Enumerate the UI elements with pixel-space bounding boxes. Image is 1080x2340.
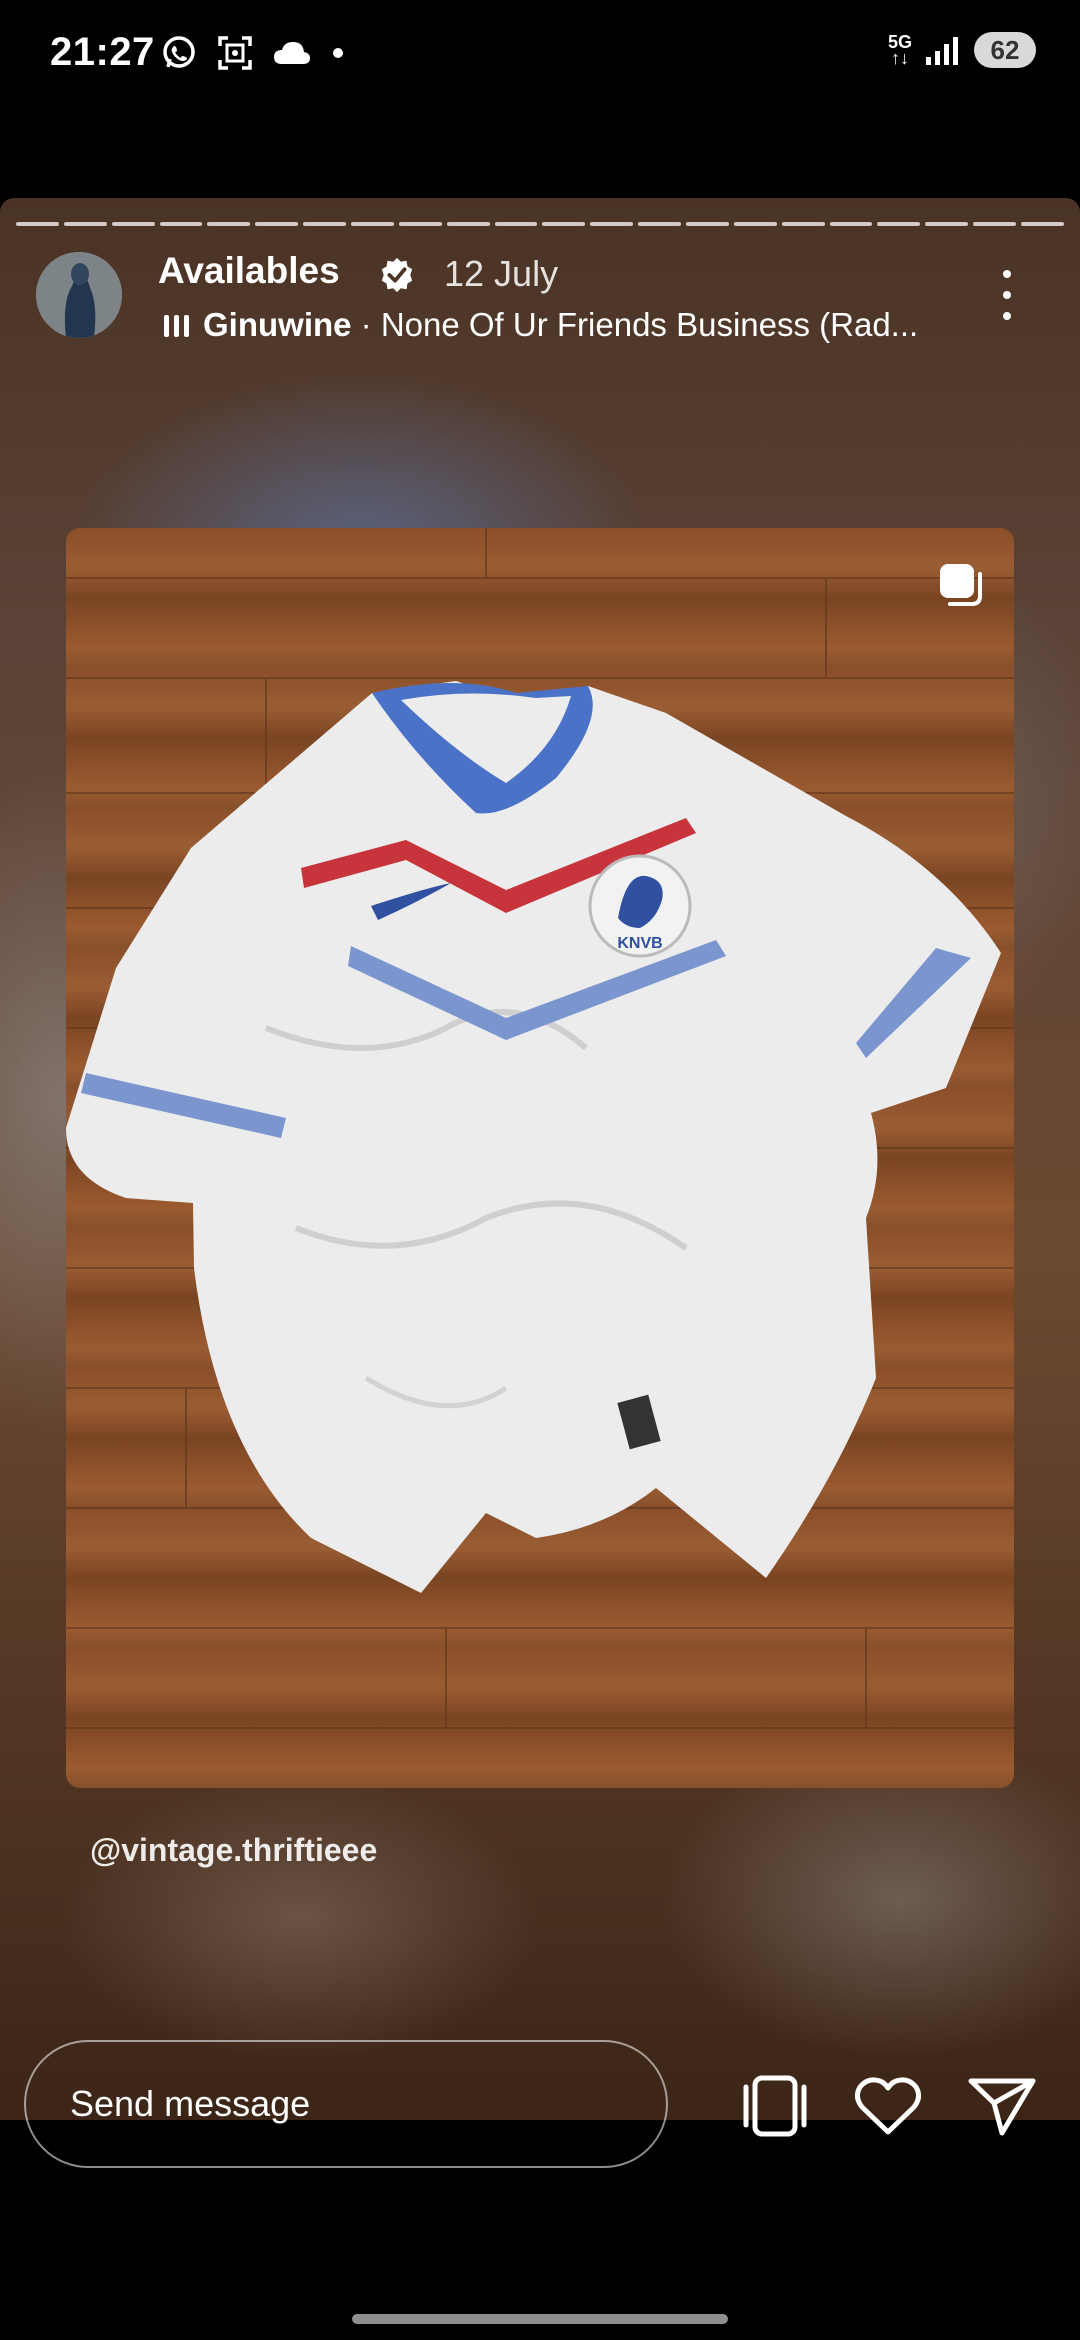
story-music-info[interactable]: Ginuwine · None Of Ur Friends Business (… <box>164 306 944 344</box>
whatsapp-icon <box>163 36 195 68</box>
progress-segment <box>351 222 394 226</box>
progress-segment <box>398 222 442 226</box>
progress-segment <box>925 222 969 226</box>
progress-segment <box>494 222 538 226</box>
progress-segment <box>1021 222 1064 226</box>
signal-icon <box>926 37 958 65</box>
progress-segment <box>733 222 777 226</box>
status-bar: 21:27 5G ↑↓ 62 <box>0 0 1080 120</box>
heart-icon[interactable] <box>852 2075 924 2137</box>
progress-segment <box>877 222 921 226</box>
progress-segment <box>446 222 490 226</box>
send-message-input[interactable]: Send message <box>24 2040 668 2168</box>
send-message-placeholder: Send message <box>70 2083 311 2124</box>
avatar[interactable] <box>36 252 122 338</box>
network-arrows: ↑↓ <box>890 48 909 68</box>
progress-segment <box>781 222 825 226</box>
status-right-group: 5G ↑↓ 62 <box>888 32 1036 68</box>
crest-text: KNVB <box>617 935 662 952</box>
story-photo[interactable]: KNVB <box>66 528 1014 1788</box>
story-mention-tag[interactable]: @vintage.thriftieee <box>90 1832 377 1869</box>
status-time: 21:27 <box>50 30 155 74</box>
dot-icon <box>333 48 343 58</box>
music-bars-icon <box>164 313 189 337</box>
network-type: 5G ↑↓ <box>888 33 912 68</box>
home-indicator[interactable] <box>352 2314 728 2324</box>
progress-segment <box>829 222 873 226</box>
status-notification-icons <box>160 34 346 72</box>
screenshot-icon <box>218 36 252 70</box>
progress-segment <box>590 222 634 226</box>
progress-segment <box>63 222 107 226</box>
progress-segment <box>111 222 155 226</box>
progress-segment <box>542 222 586 226</box>
progress-segment <box>303 222 347 226</box>
progress-segment <box>973 222 1017 226</box>
music-artist: Ginuwine <box>203 306 352 343</box>
music-separator: · <box>351 306 381 343</box>
story-progress-bar <box>16 222 1064 226</box>
verified-badge-icon <box>381 257 413 293</box>
music-song: None Of Ur Friends Business (Rad... <box>380 306 919 343</box>
progress-segment <box>686 222 729 226</box>
battery-indicator: 62 <box>974 32 1036 68</box>
multiple-photos-icon <box>940 564 982 606</box>
progress-segment <box>159 222 203 226</box>
story-date: 12 July <box>444 253 559 294</box>
more-options-icon[interactable] <box>996 270 1018 320</box>
send-icon[interactable] <box>966 2075 1038 2137</box>
reshare-icon[interactable] <box>740 2075 810 2137</box>
progress-segment <box>255 222 299 226</box>
jersey-image: KNVB <box>66 528 1014 1729</box>
progress-segment <box>638 222 682 226</box>
avatar-image <box>36 252 122 338</box>
story-username[interactable]: Availables <box>158 250 340 292</box>
story-viewer[interactable]: Availables 12 July Ginuwine · None Of Ur… <box>0 198 1080 2120</box>
cloud-icon <box>274 42 310 64</box>
progress-segment <box>16 222 59 226</box>
progress-segment <box>207 222 251 226</box>
